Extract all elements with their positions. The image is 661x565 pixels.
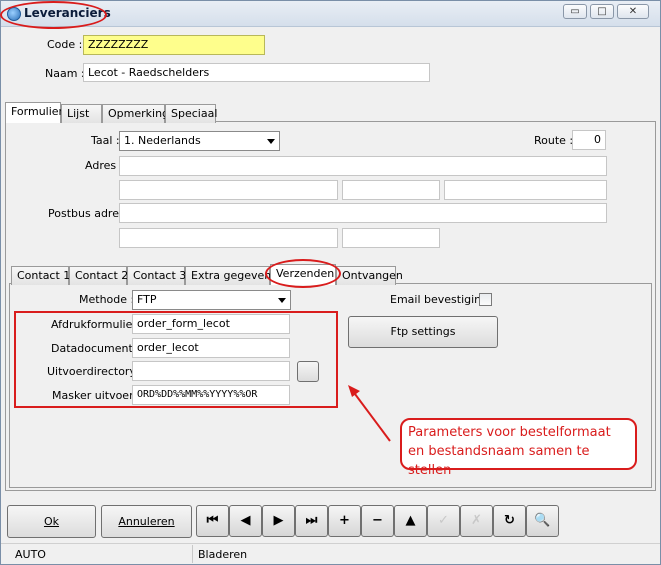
tab-opmerking[interactable]: Opmerking	[102, 104, 169, 123]
taal-value: 1. Nederlands	[124, 134, 201, 147]
taal-label: Taal :	[91, 134, 120, 147]
route-field[interactable]: 0	[572, 130, 606, 150]
masker-uitvoer-label: Masker uitvoer :	[52, 389, 141, 402]
postbus-postcode[interactable]	[342, 228, 440, 248]
naam-label: Naam :	[45, 67, 85, 80]
annotation-callout: Parameters voor bestelformaat en bestand…	[400, 418, 637, 478]
status-divider	[192, 545, 193, 563]
datadocument-field[interactable]: order_lecot	[132, 338, 290, 358]
close-button[interactable]: ✕	[617, 4, 649, 19]
status-action: Bladeren	[198, 548, 248, 561]
code-field[interactable]: ZZZZZZZZ	[83, 35, 265, 55]
methode-value: FTP	[137, 293, 157, 306]
ok-button[interactable]: Ok	[7, 505, 96, 538]
afdrukformulier-label: Afdrukformulier :	[51, 318, 145, 331]
tab-contact-2[interactable]: Contact 2	[69, 266, 128, 285]
tab-speciaal[interactable]: Speciaal	[165, 104, 217, 123]
methode-label: Methode :	[79, 293, 135, 306]
plus-icon: +	[339, 513, 350, 528]
annuleren-button[interactable]: Annuleren	[101, 505, 192, 538]
taal-dropdown[interactable]: 1. Nederlands	[119, 131, 280, 151]
postbus-line-2[interactable]	[119, 228, 338, 248]
cross-icon: ✗	[471, 513, 482, 528]
chevron-down-icon	[267, 139, 275, 144]
next-record-button[interactable]: ▶	[262, 505, 295, 537]
first-record-button[interactable]: ⏮	[196, 505, 229, 537]
uitvoerdirectory-label: Uitvoerdirectory :	[47, 365, 144, 378]
code-label: Code :	[47, 38, 83, 51]
browse-directory-button[interactable]	[297, 361, 319, 382]
last-icon: ⏭	[305, 513, 318, 528]
tab-ontvangen[interactable]: Ontvangen	[336, 266, 403, 285]
tab-extra-gegevens[interactable]: Extra gegevens	[185, 266, 277, 285]
next-icon: ▶	[273, 513, 284, 528]
first-icon: ⏮	[206, 513, 219, 528]
chevron-down-icon	[278, 298, 286, 303]
check-icon: ✓	[438, 513, 449, 528]
maximize-button[interactable]: □	[590, 4, 614, 19]
confirm-record-button[interactable]: ✓	[427, 505, 460, 537]
email-bevestiging-checkbox[interactable]	[479, 293, 492, 306]
postbus-line-1[interactable]	[119, 203, 607, 223]
previous-icon: ◀	[240, 513, 251, 528]
tab-lijst[interactable]: Lijst	[61, 104, 102, 123]
minimize-button[interactable]: ▭	[563, 4, 587, 19]
afdrukformulier-field[interactable]: order_form_lecot	[132, 314, 290, 334]
previous-record-button[interactable]: ◀	[229, 505, 262, 537]
methode-dropdown[interactable]: FTP	[132, 290, 291, 310]
adres-gemeente[interactable]	[444, 180, 607, 200]
naam-field[interactable]: Lecot - Raedschelders	[83, 63, 430, 82]
edit-record-button[interactable]: ▲	[394, 505, 427, 537]
tab-contact-1[interactable]: Contact 1	[11, 266, 70, 285]
triangle-up-icon: ▲	[405, 513, 416, 528]
postbus-label: Postbus adres:	[48, 207, 129, 220]
cancel-record-button[interactable]: ✗	[460, 505, 493, 537]
tab-formulier[interactable]: Formulier	[5, 102, 63, 123]
refresh-icon: ↻	[504, 513, 515, 528]
email-bevestiging-label: Email bevestiging	[390, 293, 489, 306]
binoculars-icon: 🔍	[534, 513, 551, 528]
uitvoerdirectory-field[interactable]	[132, 361, 290, 381]
datadocument-label: Datadocument :	[51, 342, 140, 355]
route-label: Route :	[534, 134, 574, 147]
refresh-button[interactable]: ↻	[493, 505, 526, 537]
add-record-button[interactable]: +	[328, 505, 361, 537]
search-button[interactable]: 🔍	[526, 505, 559, 537]
status-mode: AUTO	[15, 548, 46, 561]
status-bar	[1, 543, 660, 564]
delete-record-button[interactable]: −	[361, 505, 394, 537]
close-icon: ✕	[628, 6, 638, 17]
title-annotation-oval	[0, 1, 107, 29]
last-record-button[interactable]: ⏭	[295, 505, 328, 537]
adres-postcode[interactable]	[342, 180, 440, 200]
adres-label: Adres :	[85, 159, 124, 172]
adres-line-1[interactable]	[119, 156, 607, 176]
minus-icon: −	[372, 513, 383, 528]
maximize-icon: □	[597, 6, 607, 17]
ftp-settings-button[interactable]: Ftp settings	[348, 316, 498, 348]
adres-line-2[interactable]	[119, 180, 338, 200]
tab-contact-3[interactable]: Contact 3	[127, 266, 186, 285]
verzenden-annotation-oval	[265, 259, 341, 288]
minimize-icon: ▭	[570, 6, 580, 17]
masker-uitvoer-field[interactable]: ORD%DD%%MM%%YYYY%%OR	[132, 385, 290, 405]
